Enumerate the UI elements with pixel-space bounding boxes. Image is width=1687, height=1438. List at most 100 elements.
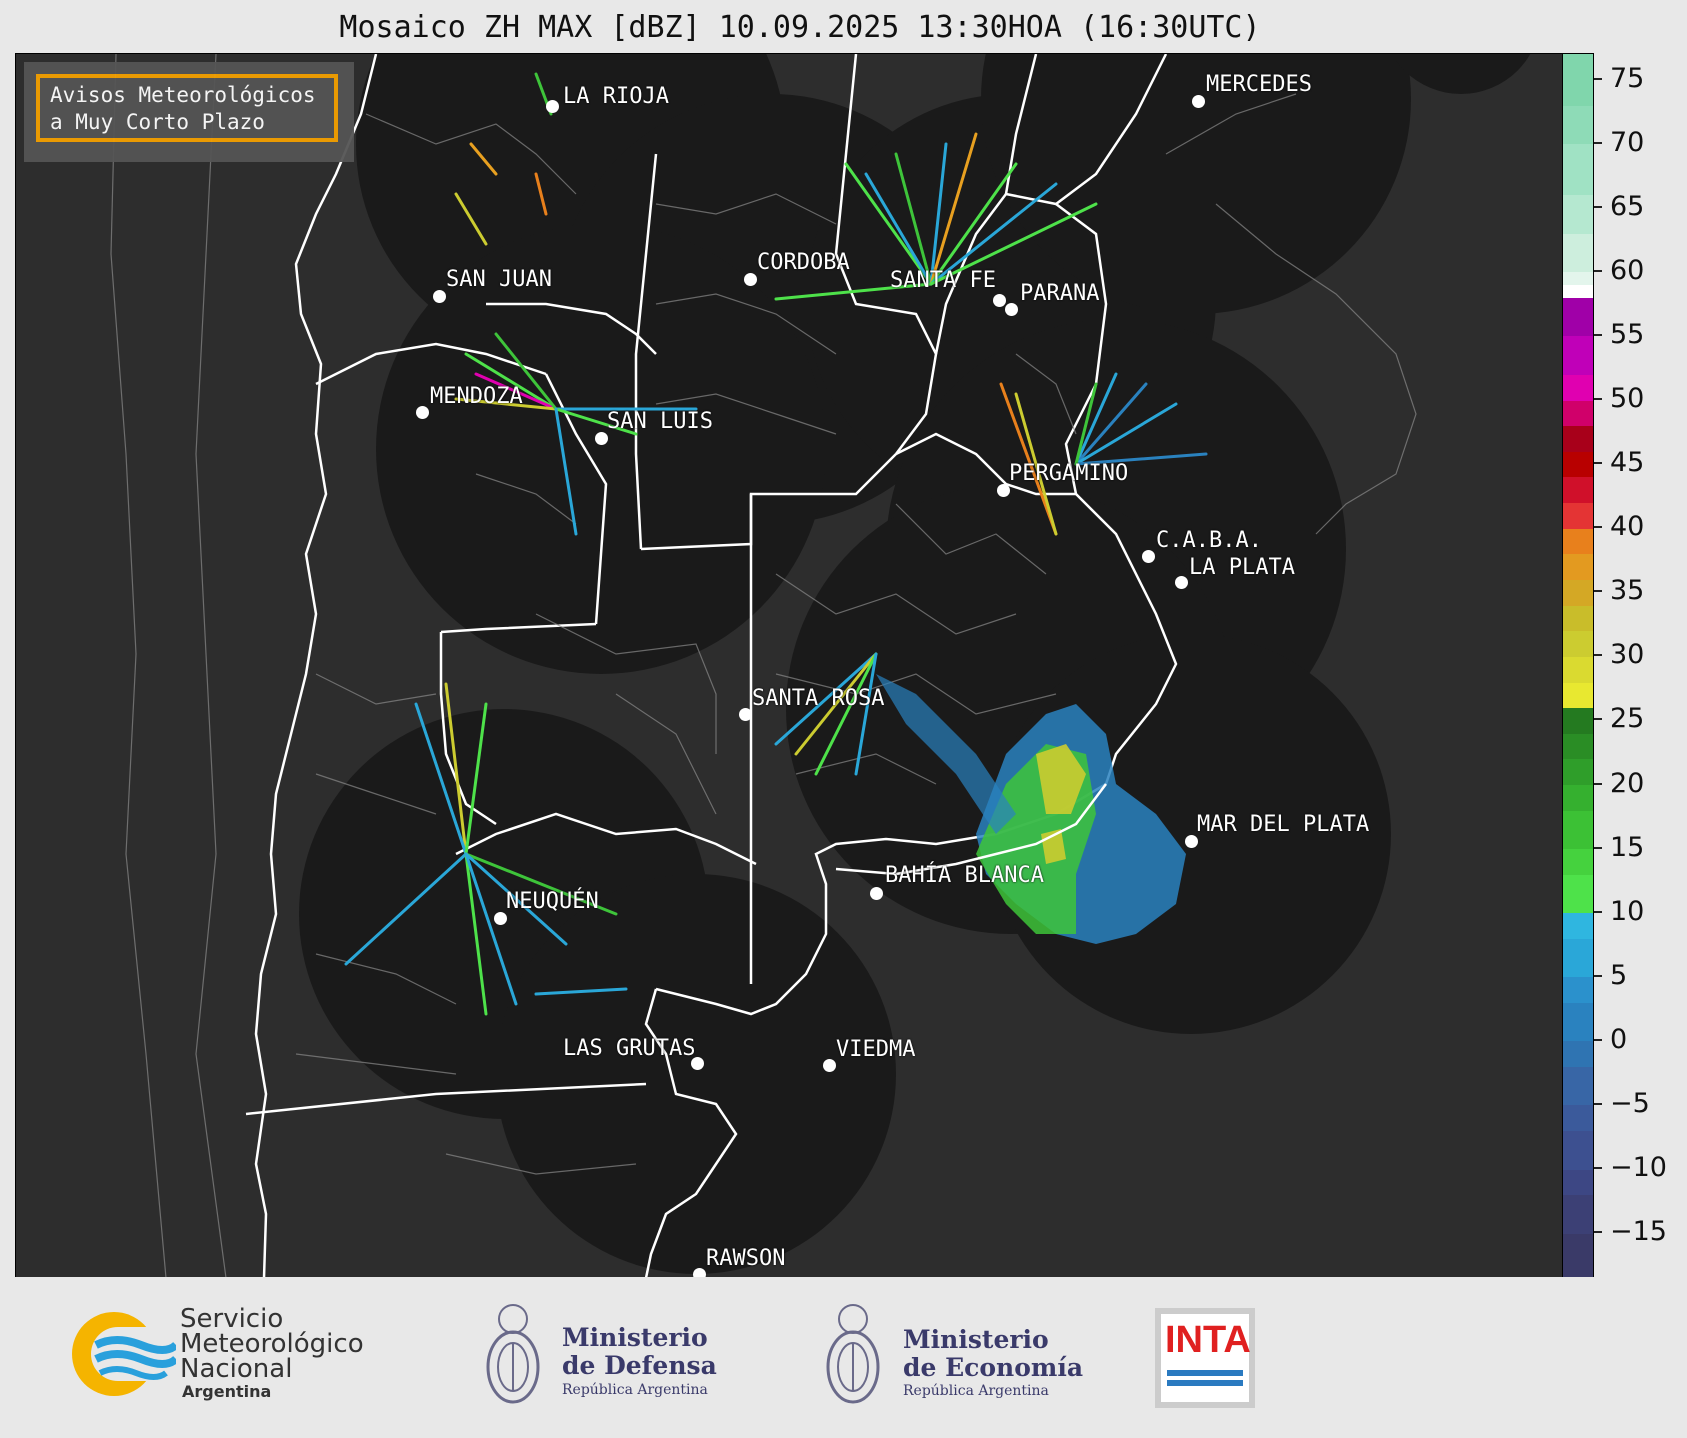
colorbar-segment <box>1563 528 1593 555</box>
map-title: Mosaico ZH MAX [dBZ] 10.09.2025 13:30HOA… <box>339 10 1261 45</box>
colorbar-segment <box>1563 874 1593 914</box>
map-canvas <box>16 54 1564 1278</box>
smn-name-line-3: Nacional <box>180 1354 293 1384</box>
colorbar-tick-label: 15 <box>1610 831 1645 863</box>
colorbar-segment <box>1563 425 1593 452</box>
colorbar-segment <box>1563 938 1593 978</box>
colorbar-segment <box>1563 707 1593 734</box>
colorbar-tick-label: −15 <box>1610 1216 1667 1248</box>
inta-logo-text: INTA <box>1165 1319 1251 1361</box>
colorbar-tick-label: −10 <box>1610 1152 1667 1184</box>
colorbar-segment <box>1563 976 1593 1003</box>
colorbar-segment <box>1563 271 1593 286</box>
radar-map[interactable]: Avisos Meteorológicos a Muy Corto Plazo … <box>15 53 1564 1278</box>
colorbar-tick <box>1594 269 1602 272</box>
colorbar-segment <box>1563 105 1593 145</box>
colorbar-segment <box>1563 476 1593 504</box>
city-label-viedma: VIEDMA <box>836 1037 916 1062</box>
colorbar-segment <box>1563 912 1593 939</box>
inta-logo: INTA <box>1155 1308 1255 1408</box>
city-label-la-rioja: LA RIOJA <box>563 84 669 109</box>
colorbar-segment <box>1563 297 1593 337</box>
colorbar <box>1562 53 1594 1279</box>
colorbar-tick-label: 20 <box>1610 767 1645 799</box>
city-dot-la-rioja <box>546 100 559 113</box>
city-label-santa-fe: SANTA FE <box>890 268 996 293</box>
colorbar-segment <box>1563 579 1593 606</box>
city-label-bahia-blanca: BAHÍA BLANCA <box>885 863 1044 888</box>
coat-of-arms-icon <box>486 1304 540 1404</box>
colorbar-tick-label: 40 <box>1610 511 1645 543</box>
colorbar-segment <box>1563 656 1593 683</box>
city-dot-mercedes <box>1192 95 1205 108</box>
colorbar-segment <box>1563 400 1593 427</box>
colorbar-segment <box>1563 194 1593 234</box>
defensa-line-1: Ministerio <box>562 1323 708 1352</box>
colorbar-tick-label: 30 <box>1610 639 1645 671</box>
city-label-parana: PARANA <box>1020 281 1100 306</box>
colorbar-tick <box>1594 1038 1602 1041</box>
notice-panel: Avisos Meteorológicos a Muy Corto Plazo <box>24 62 354 162</box>
colorbar-segment <box>1563 335 1593 375</box>
smn-logo-icon <box>72 1312 176 1396</box>
colorbar-tick <box>1594 398 1602 401</box>
colorbar-tick <box>1594 590 1602 593</box>
colorbar-segment <box>1563 1169 1593 1196</box>
colorbar-tick <box>1594 205 1602 208</box>
city-dot-santa-rosa <box>739 708 752 721</box>
colorbar-tick-label: 60 <box>1610 254 1645 286</box>
city-dot-mendoza <box>416 406 429 419</box>
colorbar-segment <box>1563 630 1593 657</box>
colorbar-tick-label: 25 <box>1610 703 1645 735</box>
city-dot-cordoba <box>744 273 757 286</box>
colorbar-tick <box>1594 462 1602 465</box>
colorbar-tick <box>1594 1102 1602 1105</box>
city-label-la-plata: LA PLATA <box>1189 555 1295 580</box>
logos-footer: Servicio Meteorológico Nacional Argentin… <box>0 1277 1687 1438</box>
colorbar-segment <box>1563 451 1593 478</box>
city-label-san-juan: SAN JUAN <box>446 267 552 292</box>
notice-line-1: Avisos Meteorológicos <box>50 83 316 107</box>
colorbar-tick-label: 75 <box>1610 62 1645 94</box>
city-label-santa-rosa: SANTA ROSA <box>752 686 885 711</box>
colorbar-tick <box>1594 718 1602 721</box>
colorbar-segment <box>1563 810 1593 850</box>
colorbar-segment <box>1563 1066 1593 1106</box>
colorbar-segment <box>1563 233 1593 273</box>
colorbar-segment <box>1563 1040 1593 1067</box>
colorbar-tick <box>1594 1231 1602 1234</box>
colorbar-segment <box>1563 54 1593 106</box>
colorbar-tick-label: −5 <box>1610 1087 1650 1119</box>
colorbar-tick-label: 50 <box>1610 383 1645 415</box>
city-dot-caba <box>1142 550 1155 563</box>
city-label-neuquen: NEUQUÉN <box>506 889 599 914</box>
colorbar-tick <box>1594 782 1602 785</box>
city-label-caba: C.A.B.A. <box>1156 528 1262 553</box>
colorbar-tick <box>1594 974 1602 977</box>
colorbar-segment <box>1563 1104 1593 1132</box>
colorbar-tick <box>1594 1167 1602 1170</box>
colorbar-segment <box>1563 848 1593 875</box>
economia-line-2: de Economía <box>903 1353 1084 1382</box>
smn-country: Argentina <box>182 1382 272 1401</box>
economia-country: República Argentina <box>903 1383 1049 1399</box>
colorbar-tick <box>1594 526 1602 529</box>
city-dot-la-plata <box>1175 576 1188 589</box>
defensa-line-2: de Defensa <box>562 1351 717 1380</box>
colorbar-tick-label: 0 <box>1610 1023 1628 1055</box>
city-label-san-luis: SAN LUIS <box>607 409 713 434</box>
defensa-country: República Argentina <box>562 1382 708 1398</box>
colorbar-segment <box>1563 1002 1593 1042</box>
city-dot-viedma <box>823 1059 836 1072</box>
city-label-mercedes: MERCEDES <box>1206 72 1312 97</box>
colorbar-tick <box>1594 846 1602 849</box>
colorbar-segment <box>1563 374 1593 401</box>
city-dot-parana <box>1005 303 1018 316</box>
colorbar-segment <box>1563 553 1593 580</box>
colorbar-tick-label: 70 <box>1610 126 1645 158</box>
city-dot-santa-fe <box>993 294 1006 307</box>
notice-box[interactable]: Avisos Meteorológicos a Muy Corto Plazo <box>36 74 338 142</box>
colorbar-segment <box>1563 605 1593 632</box>
colorbar-tick <box>1594 141 1602 144</box>
colorbar-segment <box>1563 502 1593 529</box>
